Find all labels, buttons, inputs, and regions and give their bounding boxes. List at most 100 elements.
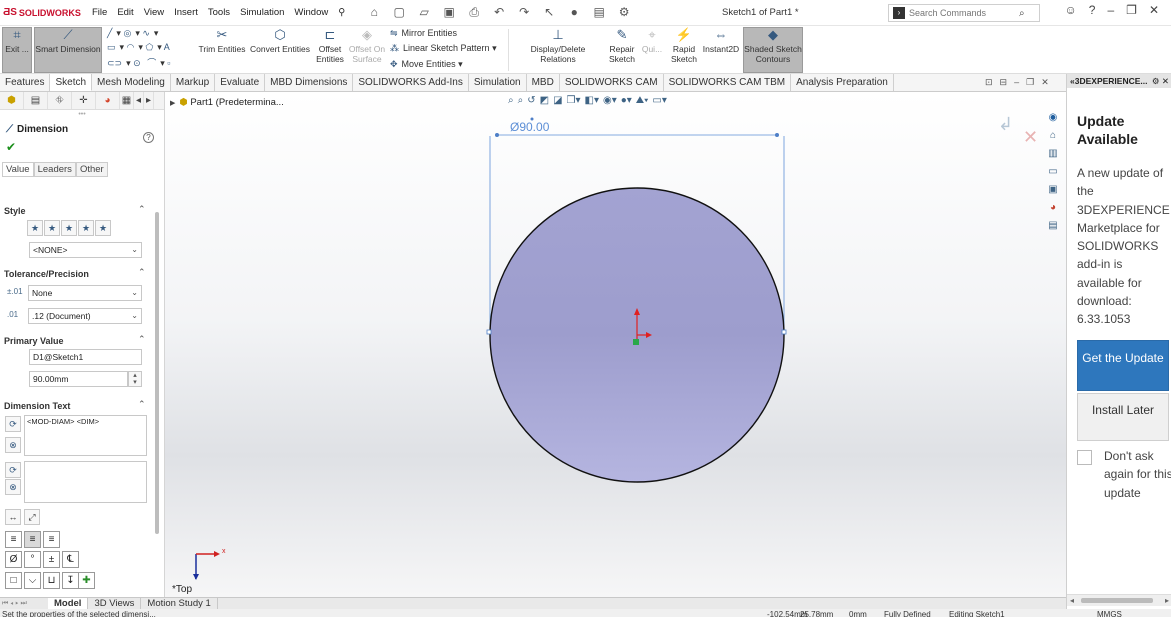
tab-navigation-arrows-icon[interactable]: ⏮ ◂ ▸ ⏭ [0, 598, 48, 609]
select-icon[interactable]: ↖ [539, 5, 559, 20]
menu-view[interactable]: View [139, 7, 169, 18]
dimension-text-collapse-icon[interactable]: ⌃ [138, 399, 146, 410]
tab-markup[interactable]: Markup [171, 74, 216, 91]
more-symbols-icon[interactable]: ✚ [78, 572, 95, 589]
rapid-sketch-button[interactable]: ⚡ Rapid Sketch [668, 28, 700, 65]
precision-select[interactable]: .12 (Document) ⌄ [28, 308, 142, 324]
slot-tool-row[interactable]: ⊂⊃ ▾ ⊙ ⌒ ▾ ▫ [107, 56, 174, 69]
file-properties-icon[interactable]: ▤ [589, 5, 609, 20]
cam-tab-icon[interactable]: ▦ [120, 92, 134, 109]
panel-scrollbar[interactable] [155, 212, 159, 534]
3dexperience-icon[interactable]: ◉ [1044, 108, 1062, 126]
line-tool-row[interactable]: ╱ ▾ ◎ ▾ ∿ ▾ [107, 28, 158, 39]
shaded-sketch-contours-button[interactable]: ◆ Shaded Sketch Contours [743, 27, 803, 73]
tolerance-type-select[interactable]: None ⌄ [28, 285, 142, 301]
tab-features[interactable]: Features [0, 74, 51, 91]
rectangle-tool-row[interactable]: ▭ ▾ ◠ ▾ ⬠ ▾ A [107, 42, 174, 53]
subtab-value[interactable]: Value [2, 162, 34, 177]
tab-mesh-modeling[interactable]: Mesh Modeling [92, 74, 171, 91]
style-add-icon[interactable]: ★ [44, 220, 60, 236]
style-save-icon[interactable]: ★ [78, 220, 94, 236]
quick-snaps-button[interactable]: ⌖ Qui... [640, 28, 664, 55]
counterbore-symbol-icon[interactable]: ⊔ [43, 572, 60, 589]
centerline-symbol-icon[interactable]: ℄ [62, 551, 79, 568]
pin-icon[interactable]: ⚲ [333, 7, 350, 18]
graphics-area[interactable]: ▶ ⬢ Part1 (Predetermina... ⌕ ⌕ ↺ ◩ ◪ ❒▾ ◧… [165, 92, 1066, 597]
dimension-name-field[interactable]: D1@Sketch1 [29, 349, 142, 365]
style-collapse-icon[interactable]: ⌃ [138, 204, 146, 215]
text-unlink-below-icon[interactable]: ⊗ [5, 479, 21, 495]
diameter-dimension-label[interactable]: Ø90.00 [510, 120, 549, 134]
text-link-below-icon[interactable]: ⟳ [5, 462, 21, 478]
tile-icon[interactable]: ⊡ [985, 77, 993, 88]
style-apply-default-icon[interactable]: ★ [27, 220, 43, 236]
text-position-angled-icon[interactable]: ⤢ [24, 509, 40, 525]
tab-solidworks-add-ins[interactable]: SOLIDWORKS Add-Ins [353, 74, 469, 91]
menu-file[interactable]: File [87, 7, 112, 18]
dont-ask-checkbox[interactable] [1077, 450, 1092, 465]
property-manager-tab-icon[interactable]: ▤ [24, 92, 48, 109]
align-left-icon[interactable]: ≡ [5, 531, 22, 548]
text-position-horizontal-icon[interactable]: ↔ [5, 509, 21, 525]
tab-solidworks-cam-tbm[interactable]: SOLIDWORKS CAM TBM [664, 74, 792, 91]
open-icon[interactable]: ▱ [414, 5, 434, 20]
new-document-icon[interactable]: ▢ [389, 5, 409, 20]
move-entities-button[interactable]: ✥ Move Entities ▾ [390, 59, 463, 70]
task-pane-controls-icon[interactable]: ⚙ ✕ [1149, 74, 1169, 88]
dimension-value-field[interactable]: 90.00mm [29, 371, 128, 387]
ok-checkmark-icon[interactable]: ✔ [6, 138, 164, 156]
tab-3d-views[interactable]: 3D Views [88, 598, 142, 609]
origin-point[interactable] [633, 339, 639, 345]
menu-simulation[interactable]: Simulation [235, 7, 289, 18]
custom-properties-icon[interactable]: ▤ [1044, 216, 1062, 234]
text-link-icon[interactable]: ⟳ [5, 416, 21, 432]
text-unlink-icon[interactable]: ⊗ [5, 437, 21, 453]
task-pane-scrollbar[interactable]: ◂ ▸ [1067, 594, 1171, 606]
pm-help-icon[interactable]: ? [143, 132, 154, 143]
feature-tree-tab-icon[interactable]: ⬢ [0, 92, 24, 109]
search-input[interactable] [909, 8, 1019, 18]
home-icon[interactable]: ⌂ [364, 5, 384, 20]
menu-window[interactable]: Window [289, 7, 333, 18]
search-commands-box[interactable]: › ⌕ [888, 4, 1040, 22]
instant2d-button[interactable]: ⇔ Instant2D [701, 28, 741, 55]
tab-analysis-preparation[interactable]: Analysis Preparation [791, 74, 894, 91]
menu-insert[interactable]: Insert [169, 7, 203, 18]
minimize-icon[interactable]: – [1107, 3, 1114, 17]
tolerance-collapse-icon[interactable]: ⌃ [138, 267, 146, 278]
appearances-icon[interactable]: ◕ [1044, 198, 1062, 216]
style-select[interactable]: <NONE> ⌄ [29, 242, 142, 258]
tab-mbd[interactable]: MBD [527, 74, 560, 91]
design-library-icon[interactable]: ▥ [1044, 144, 1062, 162]
degree-symbol-icon[interactable]: ° [24, 551, 41, 568]
solidworks-resources-icon[interactable]: ⌂ [1044, 126, 1062, 144]
menu-tools[interactable]: Tools [203, 7, 235, 18]
circle-quadrant-right[interactable] [781, 329, 787, 335]
undo-icon[interactable]: ↶ [489, 5, 509, 20]
value-spinner[interactable]: ▴ ▾ [128, 371, 142, 387]
tab-scroll-right-icon[interactable]: ▸ [144, 92, 154, 109]
display-delete-relations-button[interactable]: ⊥ Display/Delete Relations [512, 28, 604, 65]
offset-on-surface-button[interactable]: ◈ Offset On Surface [347, 28, 387, 65]
split-icon[interactable]: ⊟ [1000, 77, 1008, 88]
primary-value-collapse-icon[interactable]: ⌃ [138, 334, 146, 345]
user-icon[interactable]: ☺ [1065, 3, 1077, 17]
smart-dimension-button[interactable]: ⟋ Smart Dimension [34, 27, 102, 73]
tab-sketch[interactable]: Sketch [50, 74, 93, 91]
tab-evaluate[interactable]: Evaluate [215, 74, 266, 91]
dimension-text-group-header[interactable]: Dimension Text [4, 401, 70, 411]
dimension-arrow-right[interactable] [775, 133, 779, 137]
align-right-icon[interactable]: ≡ [43, 531, 60, 548]
options-gear-icon[interactable]: ⚙ [614, 5, 634, 20]
tab-simulation[interactable]: Simulation [469, 74, 527, 91]
dimension-arrow-left[interactable] [495, 133, 499, 137]
dimension-text-above[interactable]: <MOD-DIAM> <DIM> [24, 415, 147, 456]
close-icon[interactable]: ✕ [1149, 3, 1159, 17]
dimension-text-below[interactable] [24, 461, 147, 503]
depth-symbol-icon[interactable]: ↧ [62, 572, 79, 589]
doc-close-icon[interactable]: ✕ [1041, 77, 1049, 88]
primary-value-group-header[interactable]: Primary Value [4, 336, 64, 346]
convert-entities-button[interactable]: ⬡ Convert Entities [248, 28, 312, 55]
plus-minus-symbol-icon[interactable]: ± [43, 551, 60, 568]
configuration-manager-tab-icon[interactable]: ⛗ [48, 92, 72, 109]
